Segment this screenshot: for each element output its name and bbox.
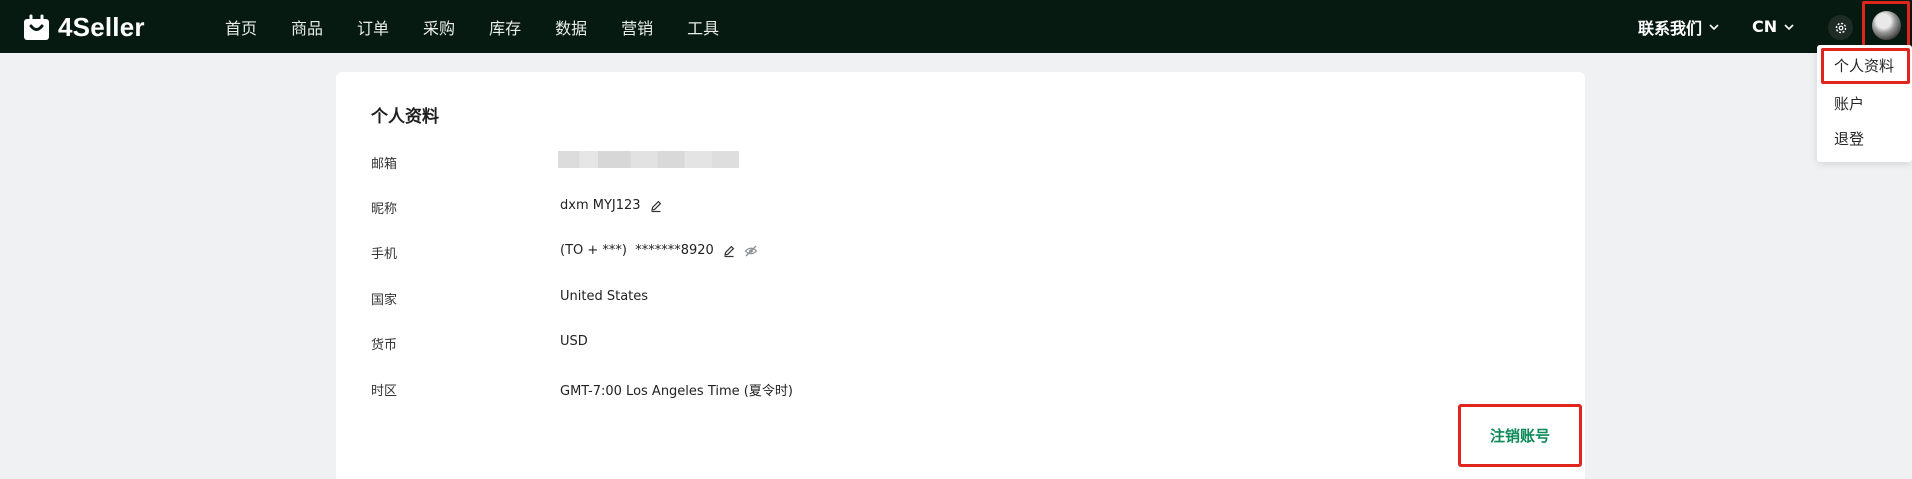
nav-item-home[interactable]: 首页: [225, 15, 257, 39]
contact-us-label: 联系我们: [1638, 18, 1703, 38]
phone-label: 手机: [371, 247, 398, 262]
nav-item-tools[interactable]: 工具: [687, 15, 719, 39]
top-navbar: 4Seller 首页 商品 订单 采购 库存 数据 营销 工具 联系我们 CN: [0, 0, 1912, 53]
phone-row: (TO + ***) *******8920: [560, 243, 758, 258]
chevron-down-icon: [1784, 23, 1794, 30]
nav-item-data[interactable]: 数据: [555, 15, 587, 39]
nickname-row: dxm MYJ123: [560, 198, 663, 213]
timezone-label: 时区: [371, 384, 398, 399]
menu-item-profile[interactable]: 个人资料: [1821, 48, 1910, 84]
edit-icon[interactable]: [649, 199, 663, 213]
timezone-value: GMT-7:00 Los Angeles Time (夏令时): [560, 384, 793, 399]
settings-button[interactable]: [1828, 15, 1853, 40]
nav-item-products[interactable]: 商品: [291, 15, 323, 39]
delete-account-highlight: 注销账号: [1458, 404, 1582, 467]
chevron-down-icon: [1709, 23, 1719, 30]
contact-us-dropdown[interactable]: 联系我们: [1638, 0, 1720, 53]
profile-card: 个人资料 邮箱 昵称 dxm MYJ123 手机 (TO + ***) ****…: [336, 72, 1585, 479]
currency-value: USD: [560, 334, 588, 349]
delete-account-button[interactable]: 注销账号: [1490, 425, 1550, 446]
email-value-redacted: [558, 151, 739, 168]
nav-item-inventory[interactable]: 库存: [489, 15, 521, 39]
language-label: CN: [1752, 17, 1778, 36]
currency-label: 货币: [371, 338, 398, 353]
brand-logo[interactable]: 4Seller: [22, 11, 145, 43]
menu-item-logout[interactable]: 退登: [1834, 128, 1864, 149]
eye-hidden-icon[interactable]: [744, 244, 758, 258]
nav-item-marketing[interactable]: 营销: [621, 15, 653, 39]
edit-icon[interactable]: [722, 244, 736, 258]
gear-icon: [1835, 22, 1846, 33]
main-nav: 首页 商品 订单 采购 库存 数据 营销 工具: [225, 0, 753, 53]
menu-item-account[interactable]: 账户: [1834, 93, 1864, 114]
phone-value: (TO + ***) *******8920: [560, 243, 714, 258]
nickname-value: dxm MYJ123: [560, 198, 641, 213]
country-label: 国家: [371, 293, 398, 308]
country-value: United States: [560, 289, 649, 304]
user-dropdown-menu: 个人资料 账户 退登: [1817, 45, 1912, 162]
language-dropdown[interactable]: CN: [1752, 0, 1795, 53]
nickname-label: 昵称: [371, 202, 398, 217]
avatar: [1871, 10, 1901, 40]
logo-icon: [24, 14, 49, 40]
brand-name: 4Seller: [58, 11, 145, 42]
email-label: 邮箱: [371, 157, 398, 172]
page-title: 个人资料: [371, 107, 439, 127]
nav-item-purchasing[interactable]: 采购: [423, 15, 455, 39]
user-avatar-button[interactable]: [1862, 1, 1910, 49]
nav-item-orders[interactable]: 订单: [357, 15, 389, 39]
